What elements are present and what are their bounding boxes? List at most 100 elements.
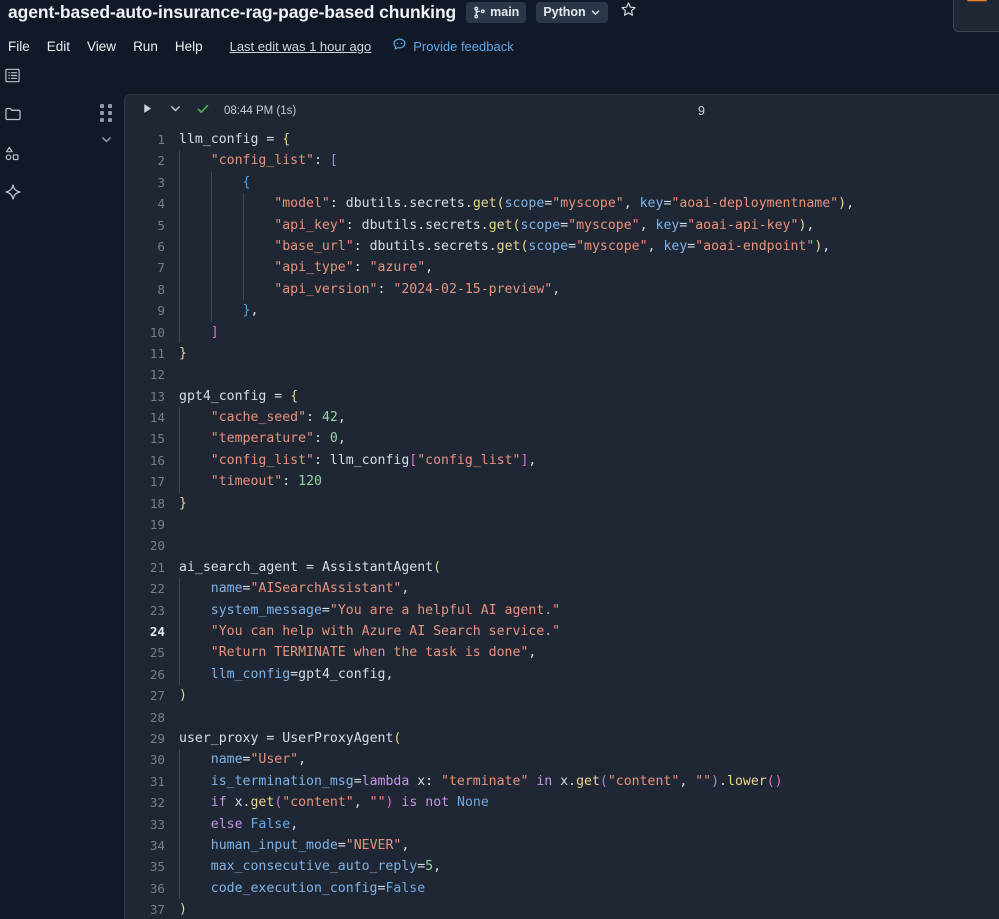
code-token: , [385, 666, 394, 682]
code-line[interactable]: 2 "config_list": [ [125, 150, 999, 172]
code-editor[interactable]: 1 llm_config = {2 "config_list": [3 {4 "m… [125, 127, 999, 919]
play-icon [141, 102, 154, 120]
code-line[interactable]: 22 name="AISearchAssistant", [125, 578, 999, 600]
code-token: code_execution_config [210, 880, 378, 896]
code-line[interactable]: 23 system_message="You are a helpful AI … [125, 599, 999, 621]
menu-item-file[interactable]: File [8, 39, 30, 54]
indent-guide [179, 770, 180, 793]
code-line[interactable]: 12 [125, 364, 999, 385]
indent-guide [179, 877, 180, 900]
code-token: key [663, 238, 688, 254]
code-token: , [298, 752, 307, 768]
code-line[interactable]: 27) [125, 685, 999, 706]
language-selector[interactable]: Python [536, 1, 608, 23]
code-text: code_execution_config=False [179, 877, 425, 900]
code-line[interactable]: 28 [125, 707, 999, 728]
indent-guide [179, 407, 180, 429]
code-line[interactable]: 24 "You can help with Azure AI Search se… [125, 620, 999, 643]
code-line[interactable]: 29 user_proxy = UserProxyAgent( [125, 728, 999, 749]
code-line[interactable]: 36 code_execution_config=False [125, 877, 999, 900]
cell-collapse-button[interactable] [98, 135, 114, 149]
code-line[interactable]: 35 max_consecutive_auto_reply=5, [125, 856, 999, 878]
sidebar-item-assistant[interactable] [3, 184, 22, 204]
code-token: "User" [250, 752, 299, 768]
code-token: ( [433, 559, 442, 575]
code-line[interactable]: 13 gpt4_config = { [125, 386, 999, 407]
indent-guide [179, 300, 180, 322]
code-line[interactable]: 26 llm_config=gpt4_config, [125, 663, 999, 686]
chevron-down-icon [590, 7, 601, 18]
code-line[interactable]: 20 [125, 535, 999, 556]
indent-guide [210, 235, 212, 258]
code-line[interactable]: 4 "model": dbutils.secrets.get(scope="my… [125, 193, 999, 215]
code-line[interactable]: 18} [125, 493, 999, 514]
code-line[interactable]: 25 "Return TERMINATE when the task is do… [125, 642, 999, 664]
sidebar-item-catalog[interactable] [3, 146, 22, 165]
favorite-star-button[interactable] [618, 1, 640, 23]
menu-item-help[interactable]: Help [175, 39, 203, 54]
drag-handle-icon[interactable] [99, 104, 113, 122]
check-icon [196, 102, 210, 121]
run-cell-button[interactable] [138, 102, 156, 120]
indent-guide [242, 193, 244, 215]
code-line[interactable]: 19 [125, 514, 999, 535]
code-token: in [536, 773, 553, 789]
code-token: 42 [321, 410, 338, 426]
code-line[interactable]: 14 "cache_seed": 42, [125, 407, 999, 429]
indent-guide [179, 749, 180, 771]
comment-icon [392, 37, 407, 55]
code-line[interactable]: 6 "base_url": dbutils.secrets.get(scope=… [125, 235, 999, 258]
code-line[interactable]: 37) [125, 899, 999, 919]
code-token: x: [409, 773, 442, 789]
code-line[interactable]: 17 "timeout": 120 [125, 471, 999, 493]
code-line[interactable]: 8 "api_version": "2024-02-15-preview", [125, 278, 999, 301]
code-line[interactable]: 3 { [125, 171, 999, 194]
sidebar-item-toc[interactable] [3, 68, 22, 87]
code-line[interactable]: 30 name="User", [125, 749, 999, 771]
cell-gutter [88, 94, 124, 919]
code-line[interactable]: 5 "api_key": dbutils.secrets.get(scope="… [125, 214, 999, 236]
sidebar-item-workspace[interactable] [3, 107, 22, 126]
code-token: user_proxy [179, 730, 259, 746]
code-line[interactable]: 1 llm_config = { [125, 129, 999, 150]
menu-item-edit[interactable]: Edit [47, 39, 70, 54]
menu-item-view[interactable]: View [87, 39, 116, 54]
last-edit-link[interactable]: Last edit was 1 hour ago [230, 39, 372, 54]
indent-guide [179, 813, 180, 835]
code-line[interactable]: 15 "temperature": 0, [125, 428, 999, 450]
provide-feedback-button[interactable]: Provide feedback [392, 37, 514, 55]
code-token: , [250, 303, 259, 319]
code-token: ( [496, 196, 505, 212]
code-text: "config_list": [ [179, 150, 338, 172]
code-token: , [353, 795, 370, 811]
warning-panel[interactable] [953, 0, 999, 32]
code-token: : [313, 431, 330, 447]
code-token: get [488, 217, 513, 233]
code-line[interactable]: 31 is_termination_msg=lambda x: "termina… [125, 770, 999, 793]
code-token: human_input_mode [210, 837, 338, 853]
code-line[interactable]: 34 human_input_mode="NEVER", [125, 834, 999, 857]
code-line[interactable]: 21 ai_search_agent = AssistantAgent( [125, 557, 999, 578]
code-text: "temperature": 0, [179, 428, 346, 450]
indent-guide [179, 235, 180, 258]
code-line[interactable]: 10 ] [125, 321, 999, 343]
indent-guide [210, 300, 212, 322]
code-text: "api_type": "azure", [179, 257, 433, 279]
code-line[interactable]: 9 }, [125, 300, 999, 322]
code-token: scope [528, 238, 569, 254]
code-line[interactable]: 32 if x.get("content", "") is not None [125, 792, 999, 814]
code-line[interactable]: 11} [125, 343, 999, 364]
code-token: AssistantAgent [321, 559, 434, 575]
line-number: 11 [149, 345, 165, 361]
code-line[interactable]: 7 "api_type": "azure", [125, 257, 999, 279]
code-line[interactable]: 33 else False, [125, 813, 999, 835]
git-branch-button[interactable]: main [466, 1, 527, 23]
code-line[interactable]: 16 "config_list": llm_config["config_lis… [125, 449, 999, 472]
line-number: 7 [157, 260, 165, 276]
cell-menu-button[interactable] [166, 102, 184, 120]
menu-item-run[interactable]: Run [133, 39, 158, 54]
